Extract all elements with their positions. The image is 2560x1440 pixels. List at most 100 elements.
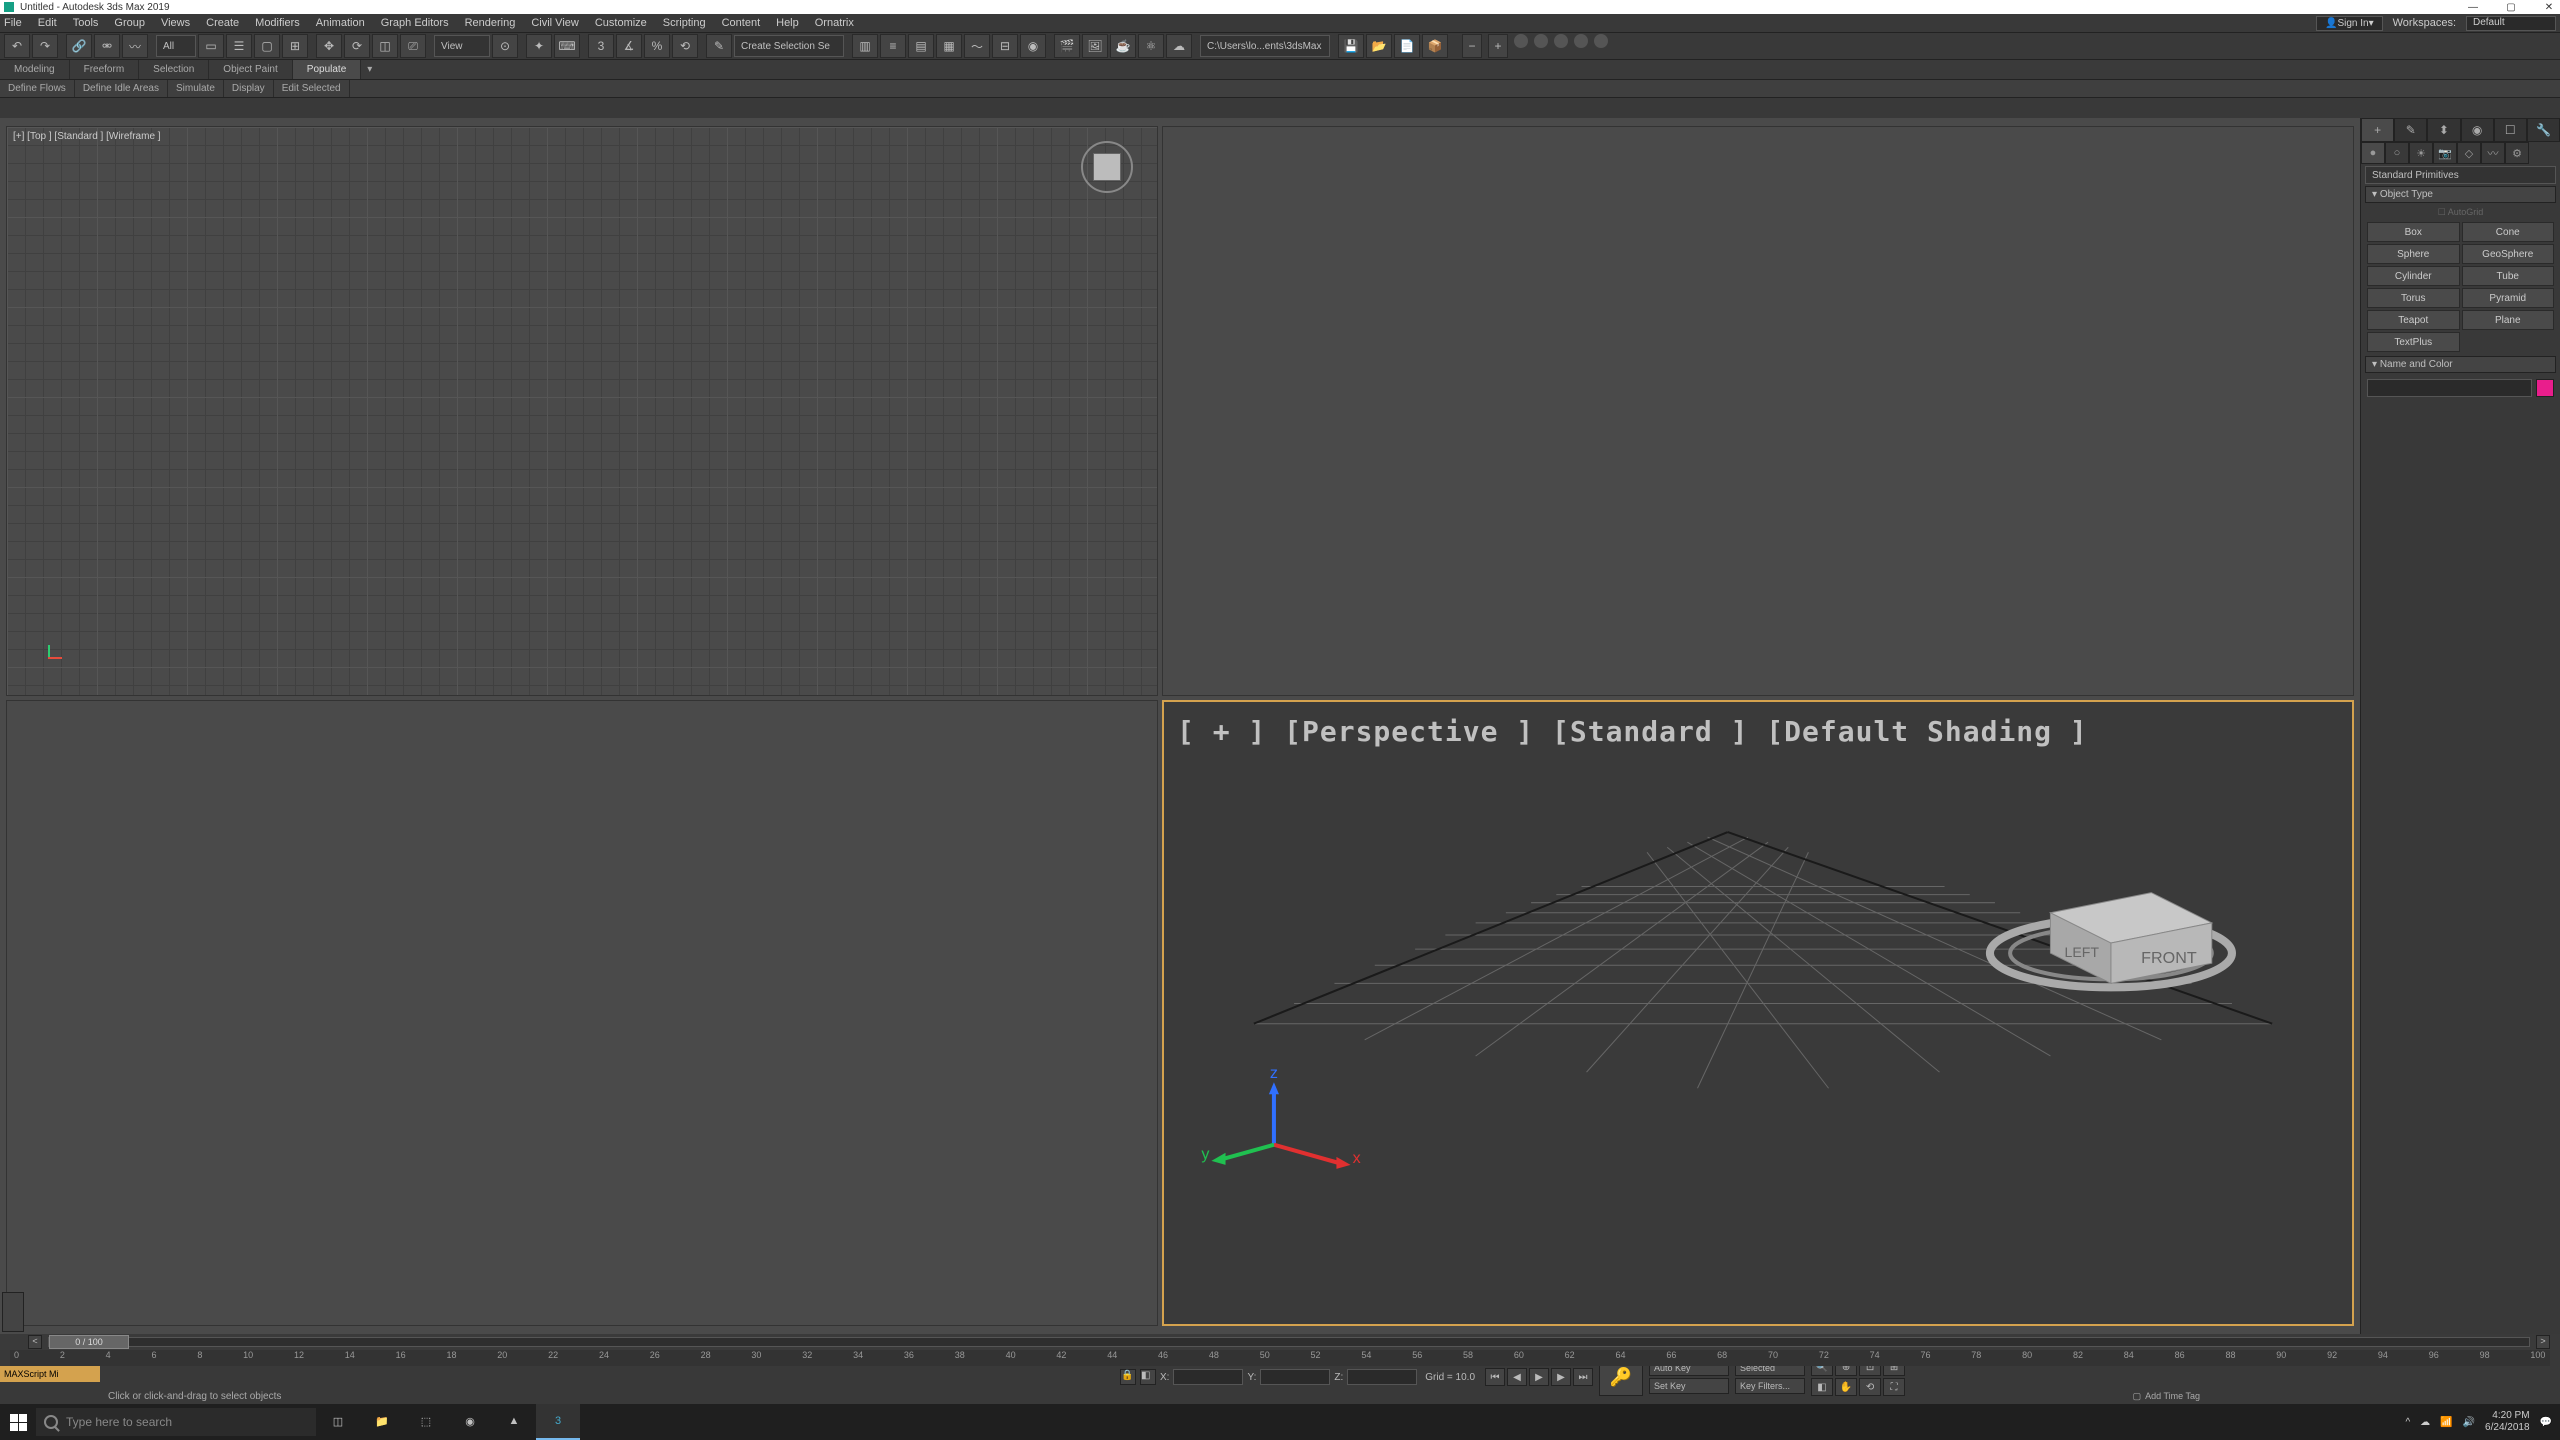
rectangle-region-button[interactable]: ▢: [254, 34, 280, 58]
isolate-selection-icon[interactable]: ◧: [1140, 1369, 1156, 1385]
time-slider-prev[interactable]: <: [28, 1335, 42, 1349]
notification-center-icon[interactable]: 💬: [2540, 1417, 2552, 1428]
window-crossing-button[interactable]: ⊞: [282, 34, 308, 58]
next-frame-button[interactable]: ▶: [1551, 1368, 1571, 1386]
percent-snap-button[interactable]: %: [644, 34, 670, 58]
keyboard-shortcut-button[interactable]: ⌨: [554, 34, 580, 58]
systems-category[interactable]: ⚙: [2505, 142, 2529, 164]
category-dropdown[interactable]: Standard Primitives: [2365, 166, 2556, 184]
lock-selection-icon[interactable]: 🔒: [1120, 1369, 1136, 1385]
pan-button[interactable]: ✋: [1835, 1378, 1857, 1396]
save-scene-button[interactable]: 💾: [1338, 34, 1364, 58]
primitive-teapot[interactable]: Teapot: [2367, 310, 2460, 330]
menu-civilview[interactable]: Civil View: [531, 17, 578, 29]
play-button[interactable]: ▶: [1529, 1368, 1549, 1386]
zoom-region-button[interactable]: ◧: [1811, 1378, 1833, 1396]
menu-scripting[interactable]: Scripting: [663, 17, 706, 29]
mirror-button[interactable]: ▥: [852, 34, 878, 58]
menu-edit[interactable]: Edit: [38, 17, 57, 29]
ribbon-panel-editselected[interactable]: Edit Selected: [274, 80, 350, 97]
close-button[interactable]: ✕: [2542, 2, 2556, 13]
material-editor-button[interactable]: ◉: [1020, 34, 1046, 58]
primitive-torus[interactable]: Torus: [2367, 288, 2460, 308]
primitive-tube[interactable]: Tube: [2462, 266, 2555, 286]
viewport-front[interactable]: [1162, 126, 2354, 696]
lights-category[interactable]: ☀: [2409, 142, 2433, 164]
primitive-cylinder[interactable]: Cylinder: [2367, 266, 2460, 286]
coord-z-input[interactable]: [1347, 1369, 1417, 1385]
menu-group[interactable]: Group: [114, 17, 145, 29]
menu-modifiers[interactable]: Modifiers: [255, 17, 300, 29]
rendered-frame-button[interactable]: 🖼: [1082, 34, 1108, 58]
task-view-button[interactable]: ◫: [316, 1404, 360, 1440]
taskbar-autodesk[interactable]: ▲: [492, 1404, 536, 1440]
select-scale-button[interactable]: ◫: [372, 34, 398, 58]
taskbar-3dsmax[interactable]: 3: [536, 1404, 580, 1440]
hierarchy-tab[interactable]: ⬍: [2427, 118, 2460, 142]
edit-named-selection-button[interactable]: ✎: [706, 34, 732, 58]
taskbar-clock[interactable]: 4:20 PM 6/24/2018: [2485, 1410, 2530, 1434]
render-setup-button[interactable]: 🎬: [1054, 34, 1080, 58]
taskbar-search[interactable]: Type here to search: [36, 1408, 316, 1436]
menu-rendering[interactable]: Rendering: [465, 17, 516, 29]
schematic-view-button[interactable]: ⊟: [992, 34, 1018, 58]
new-scene-button[interactable]: 📄: [1394, 34, 1420, 58]
rollout-object-type[interactable]: ▾ Object Type: [2365, 186, 2556, 203]
select-place-button[interactable]: ⎚: [400, 34, 426, 58]
menu-content[interactable]: Content: [722, 17, 761, 29]
menu-views[interactable]: Views: [161, 17, 190, 29]
ribbon-panel-display[interactable]: Display: [224, 80, 274, 97]
shapes-category[interactable]: ○: [2385, 142, 2409, 164]
scene-explorer-toggle[interactable]: [2, 1292, 24, 1332]
maximize-viewport-button[interactable]: ⛶: [1883, 1378, 1905, 1396]
link-button[interactable]: 🔗: [66, 34, 92, 58]
ribbon-panel-defineidleareas[interactable]: Define Idle Areas: [75, 80, 168, 97]
coord-x-input[interactable]: [1173, 1369, 1243, 1385]
start-button[interactable]: [0, 1404, 36, 1440]
goto-start-button[interactable]: ⏮: [1485, 1368, 1505, 1386]
previous-frame-button[interactable]: ◀: [1507, 1368, 1527, 1386]
geometry-category[interactable]: ●: [2361, 142, 2385, 164]
goto-end-button[interactable]: ⏭: [1573, 1368, 1593, 1386]
minimize-button[interactable]: —: [2466, 2, 2480, 13]
selection-filter-dropdown[interactable]: All: [156, 35, 196, 57]
unlink-button[interactable]: ⚮: [94, 34, 120, 58]
menu-customize[interactable]: Customize: [595, 17, 647, 29]
menu-help[interactable]: Help: [776, 17, 799, 29]
ribbon-panel-simulate[interactable]: Simulate: [168, 80, 224, 97]
object-color-swatch[interactable]: [2536, 379, 2554, 397]
tray-network-icon[interactable]: 📶: [2440, 1417, 2452, 1428]
open-scene-button[interactable]: 📂: [1366, 34, 1392, 58]
render-production-button[interactable]: ☕: [1110, 34, 1136, 58]
primitive-geosphere[interactable]: GeoSphere: [2462, 244, 2555, 264]
archive-button[interactable]: 📦: [1422, 34, 1448, 58]
bind-spacewarp-button[interactable]: 〰: [122, 34, 148, 58]
primitive-box[interactable]: Box: [2367, 222, 2460, 242]
pivot-center-button[interactable]: ⊙: [492, 34, 518, 58]
primitive-textplus[interactable]: TextPlus: [2367, 332, 2460, 352]
primitive-sphere[interactable]: Sphere: [2367, 244, 2460, 264]
minus-icon[interactable]: −: [1462, 34, 1482, 58]
undo-button[interactable]: ↶: [4, 34, 30, 58]
select-manipulate-button[interactable]: ✦: [526, 34, 552, 58]
project-path-dropdown[interactable]: C:\Users\lo...ents\3dsMax: [1200, 35, 1330, 57]
menu-animation[interactable]: Animation: [316, 17, 365, 29]
viewport-label[interactable]: [+] [Top ] [Standard ] [Wireframe ]: [13, 131, 161, 142]
ribbon-tab-freeform[interactable]: Freeform: [70, 60, 140, 79]
render-iterative-button[interactable]: ⚛: [1138, 34, 1164, 58]
primitive-plane[interactable]: Plane: [2462, 310, 2555, 330]
display-tab[interactable]: ☐: [2494, 118, 2527, 142]
motion-tab[interactable]: ◉: [2461, 118, 2494, 142]
time-ruler[interactable]: 0246810121416182022242628303234363840424…: [10, 1350, 2550, 1366]
coord-y-input[interactable]: [1260, 1369, 1330, 1385]
align-button[interactable]: ≡: [880, 34, 906, 58]
snap-toggle-button[interactable]: 3: [588, 34, 614, 58]
menu-file[interactable]: File: [4, 17, 22, 29]
select-object-button[interactable]: ▭: [198, 34, 224, 58]
spacewarps-category[interactable]: 〰: [2481, 142, 2505, 164]
angle-snap-button[interactable]: ∡: [616, 34, 642, 58]
viewport-left[interactable]: [6, 700, 1158, 1326]
maxscript-listener[interactable]: MAXScript Mi: [0, 1366, 100, 1382]
taskbar-app[interactable]: ⬚: [404, 1404, 448, 1440]
time-slider-thumb[interactable]: 0 / 100: [49, 1335, 129, 1349]
